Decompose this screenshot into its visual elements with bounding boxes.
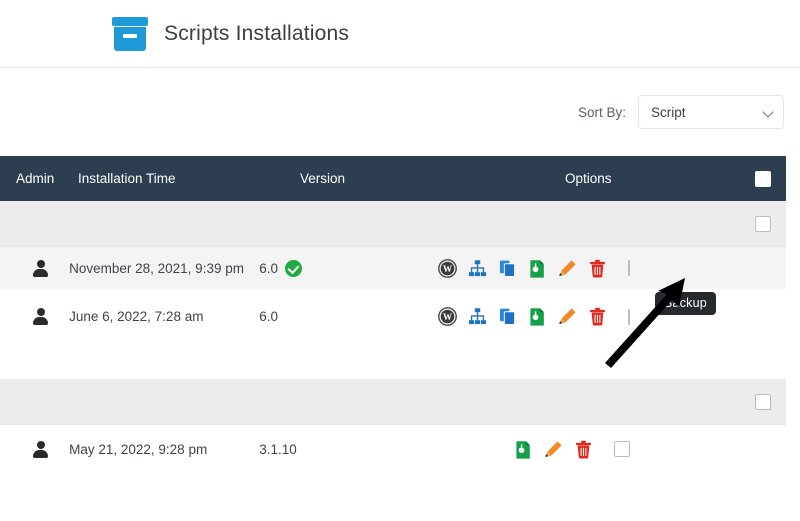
table-row: November 28, 2021, 9:39 pm 6.0 W [0, 247, 786, 289]
edit-icon[interactable] [558, 259, 577, 278]
select-all-checkbox[interactable] [755, 171, 771, 187]
installation-time-cell: November 28, 2021, 9:39 pm [69, 261, 259, 276]
column-header-version: Version [300, 171, 565, 186]
version-value: 6.0 [259, 309, 278, 324]
backup-icon[interactable] [514, 440, 533, 459]
version-cell: 3.1.10 [259, 442, 486, 457]
user-icon-head [37, 308, 45, 316]
sort-by-selected-value: Script [651, 105, 686, 120]
sort-by-select[interactable]: Script [638, 95, 784, 129]
user-icon-body [33, 317, 48, 325]
page-header: Scripts Installations [0, 0, 800, 68]
row-checkbox[interactable] [628, 260, 630, 276]
delete-icon[interactable] [588, 259, 607, 278]
backup-icon[interactable] [528, 259, 547, 278]
table-row: May 21, 2022, 9:28 pm 3.1.10 [0, 425, 786, 473]
sort-by-label: Sort By: [578, 105, 626, 120]
svg-text:W: W [443, 263, 452, 273]
clone-icon[interactable] [498, 307, 517, 326]
chevron-down-icon [764, 108, 773, 117]
sitemap-icon[interactable] [468, 307, 487, 326]
installation-time-cell: May 21, 2022, 9:28 pm [69, 442, 259, 457]
column-header-installation-time: Installation Time [78, 171, 300, 186]
options-icons-cell: W [636, 259, 786, 278]
version-value: 6.0 [259, 261, 278, 276]
delete-icon[interactable] [588, 307, 607, 326]
user-icon-body [33, 450, 48, 458]
group-row-checkbox-cell [740, 216, 786, 232]
options-icons-cell [636, 440, 786, 459]
user-icon-head [37, 441, 45, 449]
admin-cell [0, 260, 69, 277]
backup-icon[interactable] [528, 307, 547, 326]
user-icon [32, 308, 49, 325]
clone-icon[interactable] [498, 259, 517, 278]
wordpress-icon[interactable]: W [438, 259, 457, 278]
admin-cell [0, 441, 69, 458]
select-all-checkbox-cell [740, 171, 786, 187]
archive-box-slot [123, 34, 137, 38]
archive-box-icon [112, 17, 148, 51]
group-row [0, 379, 786, 425]
group-row [0, 201, 786, 247]
admin-cell [0, 308, 69, 325]
svg-text:W: W [443, 312, 452, 322]
row-checkbox[interactable] [614, 441, 630, 457]
archive-box-body [114, 27, 146, 51]
table-header-row: Admin Installation Time Version Options [0, 156, 786, 201]
check-circle-icon [285, 260, 302, 277]
group-row-checkbox-cell [740, 394, 786, 410]
row-checkbox[interactable] [628, 309, 630, 325]
column-header-admin: Admin [0, 171, 78, 186]
edit-icon[interactable] [558, 307, 577, 326]
delete-icon[interactable] [574, 440, 593, 459]
table-spacer [0, 344, 786, 379]
archive-box-lid [112, 17, 148, 26]
sort-bar: Sort By: Script [0, 68, 800, 156]
edit-icon[interactable] [544, 440, 563, 459]
installation-time-cell: June 6, 2022, 7:28 am [69, 309, 259, 324]
user-icon-body [33, 269, 48, 277]
user-icon [32, 441, 49, 458]
page-title: Scripts Installations [164, 22, 349, 46]
backup-tooltip: Backup [655, 292, 716, 315]
version-value: 3.1.10 [259, 442, 297, 457]
group-select-checkbox[interactable] [755, 216, 771, 232]
sitemap-icon[interactable] [468, 259, 487, 278]
group-select-checkbox[interactable] [755, 394, 771, 410]
user-icon [32, 260, 49, 277]
user-icon-head [37, 260, 45, 268]
column-header-options: Options [565, 171, 740, 186]
wordpress-icon[interactable]: W [438, 307, 457, 326]
